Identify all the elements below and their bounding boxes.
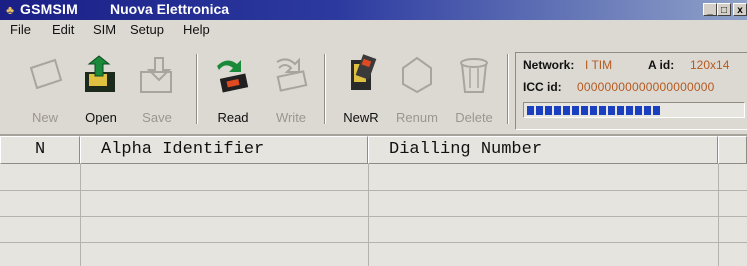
table-row-divider — [0, 190, 747, 191]
phonebook-table: N Alpha Identifier Dialling Number — [0, 136, 747, 266]
table-column-divider — [718, 164, 719, 266]
menu-setup[interactable]: Setup — [130, 22, 164, 37]
icc-value: 00000000000000000000 — [577, 80, 715, 94]
new-button[interactable]: New — [18, 48, 72, 128]
read-icon — [217, 60, 249, 93]
open-label: Open — [85, 110, 117, 125]
save-button[interactable]: Save — [130, 48, 184, 128]
renum-label: Renum — [396, 110, 438, 125]
progress-bar — [523, 102, 745, 118]
write-label: Write — [275, 110, 307, 125]
open-icon — [85, 55, 115, 92]
aid-value: 120x14 — [690, 58, 730, 72]
aid-label: A id: — [648, 58, 675, 72]
new-record-button[interactable]: NewR — [334, 48, 388, 128]
progress-fill — [527, 106, 660, 115]
toolbar-separator — [324, 54, 326, 124]
new-record-label: NewR — [343, 110, 379, 125]
column-header-extra — [718, 136, 747, 164]
menu-edit[interactable]: Edit — [52, 22, 74, 37]
menu-file[interactable]: File — [10, 22, 31, 37]
delete-label: Delete — [455, 110, 493, 125]
table-column-divider — [80, 164, 81, 266]
save-icon — [140, 57, 172, 93]
column-header-n[interactable]: N — [0, 136, 80, 164]
toolbar-separator — [196, 54, 198, 124]
column-header-dialling-number[interactable]: Dialling Number — [368, 136, 718, 164]
table-row-divider — [0, 216, 747, 217]
write-button[interactable]: Write — [264, 48, 318, 128]
new-icon — [29, 58, 63, 90]
new-record-icon — [351, 54, 377, 90]
minimize-button[interactable]: _ — [703, 3, 717, 16]
delete-button[interactable]: Delete — [447, 48, 501, 128]
toolbar-separator — [507, 54, 509, 124]
title-bar: ♣ GSMSIM Nuova Elettronica _ □ x — [0, 0, 747, 20]
read-label: Read — [217, 110, 249, 125]
app-icon[interactable]: ♣ — [3, 3, 17, 17]
maximize-button[interactable]: □ — [717, 3, 731, 16]
window-title: GSMSIM — [20, 1, 78, 17]
close-button[interactable]: x — [733, 3, 747, 16]
window-subtitle: Nuova Elettronica — [110, 1, 230, 17]
table-row-divider — [0, 242, 747, 243]
network-label: Network: — [523, 58, 575, 72]
save-label: Save — [142, 110, 172, 125]
column-header-alpha-identifier[interactable]: Alpha Identifier — [80, 136, 368, 164]
menu-bar: File Edit SIM Setup Help — [0, 20, 747, 40]
renumber-icon — [402, 56, 432, 94]
menu-help[interactable]: Help — [183, 22, 210, 37]
trash-icon — [460, 58, 488, 93]
open-button[interactable]: Open — [74, 48, 128, 128]
network-value: I TIM — [585, 58, 613, 72]
icc-label: ICC id: — [523, 80, 562, 94]
write-icon — [276, 57, 308, 92]
new-label: New — [31, 110, 58, 125]
renum-button[interactable]: Renum — [390, 48, 444, 128]
menu-sim[interactable]: SIM — [93, 22, 116, 37]
table-column-divider — [368, 164, 369, 266]
read-button[interactable]: Read — [206, 48, 260, 128]
